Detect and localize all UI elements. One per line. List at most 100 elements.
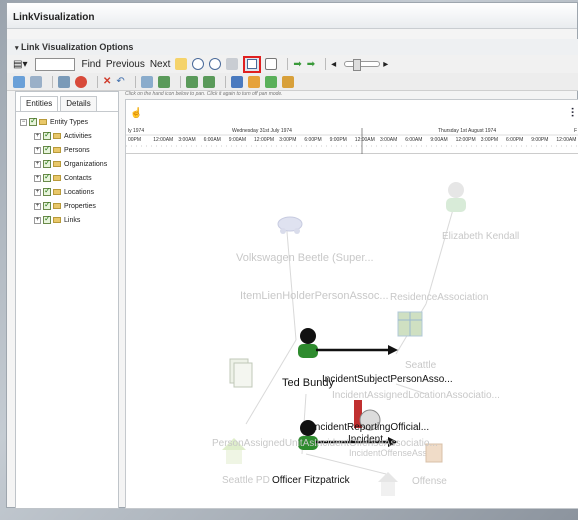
checkbox[interactable] xyxy=(43,144,51,154)
checkbox[interactable] xyxy=(43,158,51,168)
zoom-out-icon[interactable] xyxy=(209,58,222,70)
tree-item-activities[interactable]: + Activities xyxy=(20,130,114,142)
tree-item-persons[interactable]: + Persons xyxy=(20,144,114,156)
hand-icon xyxy=(247,59,258,69)
arrow-right-icon[interactable]: ➡ xyxy=(307,59,315,70)
expand-icon[interactable]: + xyxy=(34,188,41,196)
collapse-all-icon[interactable] xyxy=(202,75,215,88)
expand-icon[interactable]: + xyxy=(34,146,41,154)
checkbox[interactable] xyxy=(29,116,37,126)
tab-details[interactable]: Details xyxy=(60,96,97,111)
person-assigned-label: PersonAssignedUnitAs... xyxy=(212,438,323,449)
collapse-icon[interactable]: ▾ xyxy=(15,45,19,52)
checkbox[interactable] xyxy=(43,186,51,196)
timeline-marks xyxy=(126,128,578,154)
timeline[interactable]: ly 1974 Wednesday 31st July 1974 Thursda… xyxy=(126,128,578,154)
folder-icon xyxy=(53,175,61,181)
find-input[interactable] xyxy=(35,57,76,71)
pan-hand-button[interactable] xyxy=(243,55,262,73)
stop-icon[interactable] xyxy=(75,75,87,88)
seattle-pd-label: Seattle PD xyxy=(222,475,270,486)
separator xyxy=(97,75,98,88)
person-icon[interactable] xyxy=(247,75,260,88)
tree-item-label: Organizations xyxy=(64,160,108,168)
entity-tree: − Entity Types + Activities + Persons + xyxy=(16,112,118,232)
options-panel-header[interactable]: ▾ Link Visualization Options xyxy=(7,39,578,55)
checkbox[interactable] xyxy=(43,200,51,210)
folder-icon xyxy=(53,147,61,153)
palette-icon[interactable] xyxy=(281,75,294,88)
highlight-icon[interactable] xyxy=(175,58,188,70)
vehicle-label: Volkswagen Beetle (Super... xyxy=(236,252,374,264)
visualization-canvas[interactable]: ☝ ⫶ ly 1974 Wednesday 31st July 1974 Thu… xyxy=(125,99,578,509)
tree-item-label: Links xyxy=(64,216,81,224)
save-icon[interactable] xyxy=(230,75,243,88)
zoom-slider-left: ◂ xyxy=(331,58,337,70)
delete-icon[interactable]: ✕ xyxy=(103,76,111,87)
separator xyxy=(224,75,226,88)
grid-icon[interactable] xyxy=(140,75,153,88)
folder-icon xyxy=(53,133,61,139)
hand-cursor-icon[interactable]: ☝ xyxy=(130,108,142,119)
checkbox[interactable] xyxy=(43,130,51,140)
tree-item-contacts[interactable]: + Contacts xyxy=(20,172,114,184)
tree-icon[interactable] xyxy=(30,75,42,88)
zoom-in-icon[interactable] xyxy=(192,58,205,70)
separator xyxy=(52,75,53,88)
next-button[interactable]: Next xyxy=(150,59,171,70)
tree-item-properties[interactable]: + Properties xyxy=(20,200,114,212)
tree-root[interactable]: − Entity Types xyxy=(20,116,114,128)
arrow-left-icon[interactable]: ➡ xyxy=(293,59,301,70)
elizabeth-node[interactable]: Elizabeth Kendall xyxy=(442,182,519,242)
app-window: LinkVisualization ▾ Link Visualization O… xyxy=(6,2,578,509)
canvas-toolbar: ☝ ⫶ xyxy=(126,100,578,128)
undo-icon[interactable]: ↶ xyxy=(116,76,124,87)
expand-icon[interactable]: + xyxy=(34,132,41,140)
tab-entities[interactable]: Entities xyxy=(20,96,59,111)
tree-item-label: Persons xyxy=(64,146,90,154)
incident-officer-label: IncidentOffenseAssociatio... xyxy=(314,438,438,449)
incident-subject-label: IncidentSubjectPersonAsso... xyxy=(322,374,453,385)
tree-item-locations[interactable]: + Locations xyxy=(20,186,114,198)
settings-icon[interactable] xyxy=(58,75,70,88)
timeline-toggle-icon[interactable]: ⫶ xyxy=(571,106,574,121)
toolbar-row-1: ▤▾ Find Previous Next ➡ ➡ ◂ ▸ xyxy=(7,55,578,73)
folder-icon xyxy=(53,203,61,209)
entities-panel: Entities Details − Entity Types + Activi… xyxy=(15,91,119,509)
expand-icon[interactable]: + xyxy=(34,216,41,224)
tree-item-links[interactable]: + Links xyxy=(20,214,114,226)
vehicle-node[interactable]: Volkswagen Beetle (Super... xyxy=(236,216,374,264)
reporting-label: IncidentReportingOfficial... xyxy=(312,422,429,433)
expand-icon[interactable]: + xyxy=(34,202,41,210)
layout-icon[interactable] xyxy=(13,75,25,88)
checkbox[interactable] xyxy=(43,214,51,224)
separator xyxy=(179,75,181,88)
seattle-label: Seattle xyxy=(405,360,437,371)
collapse-icon[interactable]: − xyxy=(20,118,27,126)
previous-button[interactable]: Previous xyxy=(106,59,145,70)
find-button[interactable]: Find xyxy=(81,59,100,70)
separator xyxy=(287,58,289,70)
folder-icon xyxy=(53,161,61,167)
incident-assigned-label: IncidentAssignedLocationAssociatio... xyxy=(332,390,500,401)
expand-icon[interactable] xyxy=(185,75,198,88)
pan-hint: Click on the hand icon below to pan. Cli… xyxy=(125,91,283,97)
building-node[interactable] xyxy=(378,472,398,496)
zoom-slider[interactable] xyxy=(344,59,381,71)
color-icon[interactable] xyxy=(264,75,277,88)
zoom-slider-right: ▸ xyxy=(383,58,389,70)
tree-item-label: Contacts xyxy=(64,174,92,182)
tree-item-label: Activities xyxy=(64,132,92,140)
link-icon[interactable] xyxy=(157,75,170,88)
separator xyxy=(134,75,136,88)
expand-icon[interactable]: + xyxy=(34,160,41,168)
document-node[interactable] xyxy=(229,358,253,388)
fit-icon[interactable] xyxy=(265,58,278,70)
expand-icon[interactable]: + xyxy=(34,174,41,182)
link-graph-lower[interactable]: IncidentReportingOfficial... PersonAssig… xyxy=(126,410,578,509)
side-tabs: Entities Details xyxy=(16,92,118,112)
checkbox[interactable] xyxy=(43,172,51,182)
pin-icon[interactable] xyxy=(226,58,239,70)
tree-item-organizations[interactable]: + Organizations xyxy=(20,158,114,170)
dropdown-icon[interactable]: ▤▾ xyxy=(13,59,27,70)
